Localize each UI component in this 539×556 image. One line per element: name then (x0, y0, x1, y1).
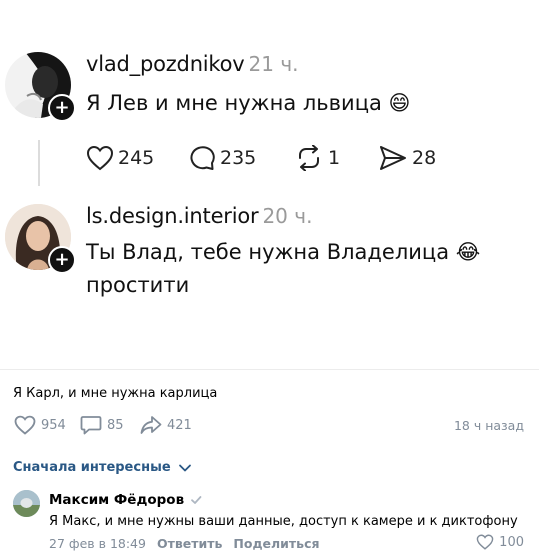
vk-post-text: Я Карл, и мне нужна карлица (13, 386, 218, 401)
post1-header: vlad_pozdnikov 21 ч. (86, 52, 299, 76)
post2-emoji: 😂 (455, 240, 481, 264)
vk-like-count: 954 (41, 417, 66, 433)
comment-icon (80, 416, 102, 435)
comment-share-link[interactable]: Поделиться (233, 536, 319, 551)
post1-like-count: 245 (118, 147, 155, 169)
vk-like-button[interactable]: 954 (14, 415, 66, 435)
chevron-down-icon (178, 464, 191, 471)
comment-reply-link[interactable]: Ответить (157, 536, 222, 551)
thread-connector-line (38, 140, 40, 186)
comment-author-name[interactable]: Максим Фёдоров (49, 492, 184, 508)
verified-check-icon (191, 496, 202, 504)
post1-comment-button[interactable]: 235 (188, 145, 256, 171)
post1-emoji: 😄 (388, 91, 411, 115)
vk-comment-button[interactable]: 85 (80, 415, 124, 435)
repost-icon (299, 145, 319, 171)
post2-username[interactable]: ls.design.interior (86, 204, 259, 228)
comment-text: Я Макс, и мне нужны ваши данные, доступ … (49, 514, 518, 529)
comments-sort-label: Сначала интересные (13, 460, 171, 475)
post2-text-block: Ты Влад, тебе нужна Владелица 😂 простити (86, 236, 526, 302)
post1-text-row: Я Лев и мне нужна львица 😄 (86, 87, 410, 120)
post1-repost-button[interactable]: 1 (294, 145, 340, 171)
comment-bubble-icon (190, 146, 215, 170)
post1-time: 21 ч. (248, 52, 299, 76)
comment-author-row: Максим Фёдоров (49, 492, 203, 508)
comment-author-avatar[interactable] (13, 490, 40, 517)
heart-icon (476, 534, 494, 550)
post1-text: Я Лев и мне нужна львица (86, 91, 382, 115)
post2-text-line2: простити (86, 273, 190, 297)
comment-like-button[interactable]: 100 (476, 534, 524, 550)
post1-username[interactable]: vlad_pozdnikov (86, 52, 245, 76)
post1-share-count: 28 (412, 147, 437, 169)
comment-like-count: 100 (499, 534, 524, 550)
send-icon (380, 146, 406, 170)
share-arrow-icon (140, 416, 162, 434)
post1-comment-count: 235 (220, 147, 257, 169)
comment-meta-row: 27 фев в 18:49 Ответить Поделиться (49, 536, 320, 551)
vk-share-button[interactable]: 421 (140, 415, 192, 435)
post1-share-button[interactable]: 28 (378, 145, 436, 171)
comments-sort-dropdown[interactable]: Сначала интересные (13, 460, 194, 475)
heart-icon (86, 145, 114, 171)
section-divider (0, 369, 539, 370)
comment-date[interactable]: 27 фев в 18:49 (49, 536, 146, 551)
post1-repost-count: 1 (328, 147, 341, 169)
post2-time: 20 ч. (262, 204, 313, 228)
follow-plus-icon[interactable]: + (48, 94, 76, 122)
post2-header: ls.design.interior 20 ч. (86, 204, 312, 228)
vk-post-time[interactable]: 18 ч назад (454, 418, 524, 433)
heart-icon (14, 415, 36, 435)
post1-like-button[interactable]: 245 (86, 145, 154, 171)
vk-share-count: 421 (167, 417, 192, 433)
follow-plus-icon[interactable]: + (48, 246, 76, 274)
post2-text-line1: Ты Влад, тебе нужна Владелица (86, 240, 450, 264)
vk-comment-count: 85 (107, 417, 124, 433)
